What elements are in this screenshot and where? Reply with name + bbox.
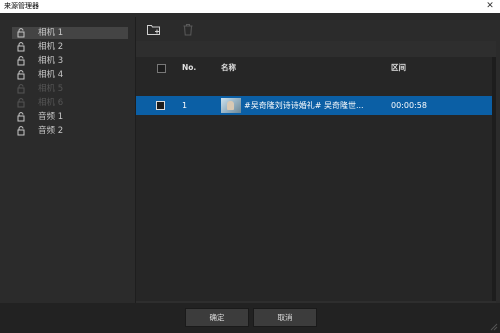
sidebar-item-label: 音频 2 [38,126,64,136]
sidebar-item-label: 音频 1 [38,112,64,122]
sidebar-item-camera-4[interactable]: 相机 4 [12,69,128,81]
add-folder-icon[interactable] [146,21,162,37]
lock-icon [17,98,25,108]
lock-icon[interactable] [16,112,26,122]
header-name: 名称 [221,63,236,72]
row-no: 1 [182,101,188,110]
close-icon[interactable]: ✕ [484,0,496,13]
clip-thumbnail [221,98,241,113]
table-row[interactable]: 1 #吴奇隆刘诗诗婚礼# 吴奇隆世... 00:00:58 [136,96,496,115]
title-bar: 来源管理器 ✕ [0,0,500,13]
resize-grip-icon[interactable] [490,323,498,331]
lock-icon[interactable] [16,126,26,136]
window-title: 来源管理器 [4,2,39,10]
header-range: 区间 [391,63,406,72]
toolbar [136,17,496,41]
lock-icon[interactable] [16,28,26,38]
sidebar-item-label: 相机 4 [38,70,64,80]
sidebar-item-audio-2[interactable]: 音频 2 [12,125,128,137]
lock-icon[interactable] [16,70,26,80]
sidebar-item-label: 相机 1 [38,28,64,38]
row-range: 00:00:58 [391,101,427,110]
source-sidebar: 相机 1 相机 2 相机 3 相机 4 相机 5 相机 6 音频 1 音频 2 [4,17,136,303]
sidebar-item-label: 相机 3 [38,56,64,66]
dialog-footer: 确定 取消 [0,303,500,333]
select-all-checkbox[interactable] [157,64,166,73]
sidebar-item-label: 相机 6 [38,98,64,108]
sidebar-item-camera-6: 相机 6 [12,97,128,109]
header-no: No. [182,63,197,72]
ok-button[interactable]: 确定 [185,308,249,327]
lock-icon[interactable] [16,56,26,66]
sidebar-item-audio-1[interactable]: 音频 1 [12,111,128,123]
row-name: #吴奇隆刘诗诗婚礼# 吴奇隆世... [244,101,364,110]
row-checkbox[interactable] [156,101,165,110]
sidebar-item-camera-2[interactable]: 相机 2 [12,41,128,53]
lock-icon [17,84,25,94]
clip-panel: No. 名称 区间 1 #吴奇隆刘诗诗婚礼# 吴奇隆世... 00:00:58 [136,17,496,303]
cancel-button[interactable]: 取消 [253,308,317,327]
vertical-scrollbar[interactable] [492,57,496,301]
clip-table: No. 名称 区间 1 #吴奇隆刘诗诗婚礼# 吴奇隆世... 00:00:58 [136,57,496,301]
sidebar-item-label: 相机 5 [38,84,64,94]
sidebar-item-camera-1[interactable]: 相机 1 [12,27,128,39]
sidebar-item-camera-3[interactable]: 相机 3 [12,55,128,67]
trash-icon[interactable] [180,21,196,37]
lock-icon[interactable] [16,42,26,52]
sidebar-item-camera-5: 相机 5 [12,83,128,95]
sidebar-item-label: 相机 2 [38,42,64,52]
